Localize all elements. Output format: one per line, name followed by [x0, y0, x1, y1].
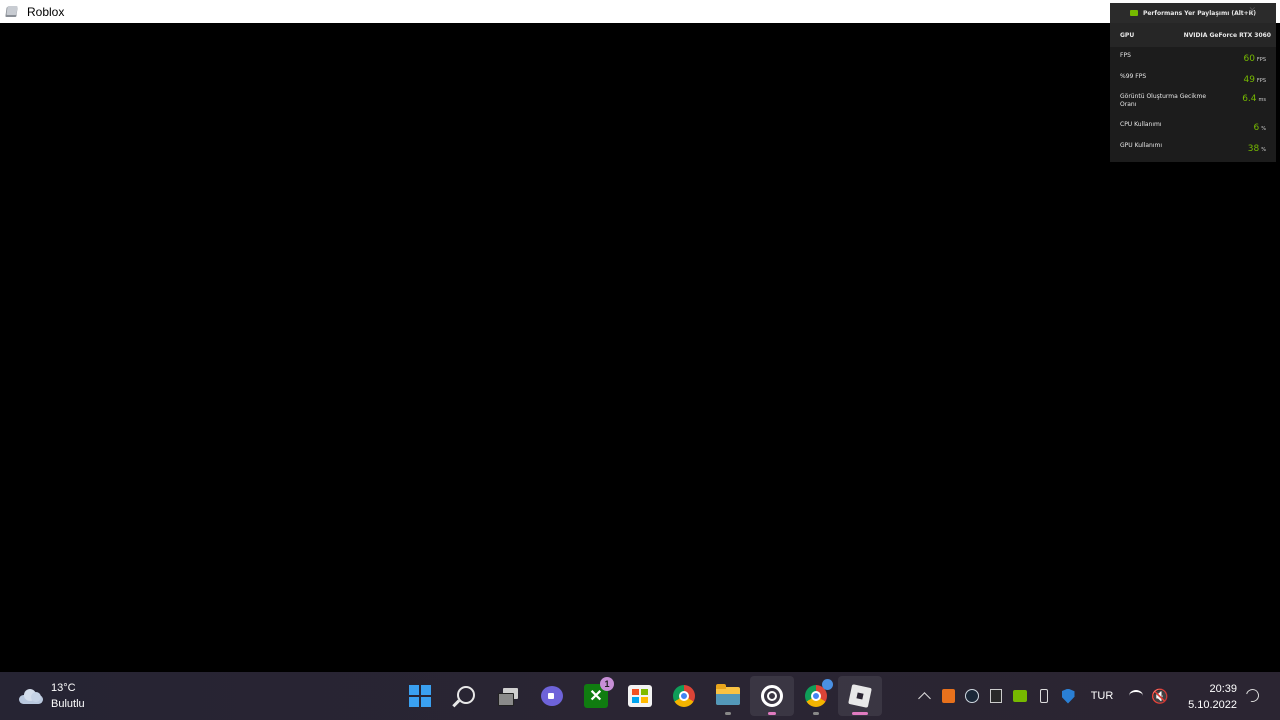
- overlay-value: 38: [1247, 144, 1260, 154]
- clock-date: 5.10.2022: [1188, 699, 1237, 711]
- overlay-unit: %: [1261, 147, 1266, 153]
- running-indicator: [725, 712, 731, 715]
- overlay-unit: %: [1261, 126, 1266, 132]
- windows-icon: [409, 685, 431, 707]
- steam-icon: [965, 689, 979, 703]
- app-tray-icon: [941, 689, 955, 703]
- overlay-label: GPU: [1120, 31, 1135, 39]
- task-view-icon: [498, 688, 518, 706]
- chrome-icon: [805, 679, 833, 707]
- overlay-value: 6.4: [1242, 94, 1257, 104]
- notification-badge: 1: [600, 677, 614, 691]
- tray-usb[interactable]: [1032, 672, 1056, 720]
- chrome-button[interactable]: [662, 676, 706, 716]
- overlay-label: %99 FPS: [1120, 73, 1147, 80]
- tray-epic[interactable]: [984, 672, 1008, 720]
- overlay-label: CPU Kullanımı: [1120, 121, 1162, 128]
- overlay-gpu-name: NVIDIA GeForce RTX 3060: [1183, 31, 1271, 39]
- running-indicator: [852, 712, 868, 715]
- nvidia-icon: [1013, 690, 1027, 702]
- start-button[interactable]: [398, 676, 442, 716]
- ubisoft-icon: [761, 685, 783, 707]
- tray-security[interactable]: [1056, 672, 1080, 720]
- folder-icon: [716, 684, 740, 705]
- overlay-unit: FPS: [1256, 78, 1266, 84]
- file-explorer-button[interactable]: [706, 676, 750, 716]
- wifi-button[interactable]: [1124, 672, 1148, 720]
- store-icon: [628, 685, 652, 707]
- overlay-label: Görüntü Oluşturma Gecikme Oranı: [1120, 93, 1207, 108]
- show-hidden-icons-button[interactable]: [912, 672, 936, 720]
- store-button[interactable]: [618, 676, 662, 716]
- volume-button[interactable]: 🔇: [1148, 672, 1172, 720]
- chrome-profile-button[interactable]: [794, 676, 838, 716]
- search-icon: [456, 685, 475, 704]
- weather-condition: Bulutlu: [51, 698, 85, 710]
- overlay-unit: ms: [1258, 97, 1266, 103]
- epic-games-icon: [990, 689, 1002, 703]
- roblox-icon: [848, 684, 872, 708]
- overlay-label: FPS: [1120, 52, 1131, 59]
- language-indicator[interactable]: TUR: [1080, 672, 1124, 720]
- overlay-row-cpu-usage: CPU Kullanımı 6%: [1110, 116, 1276, 137]
- chrome-icon: [673, 685, 695, 707]
- wifi-icon: [1129, 690, 1143, 702]
- window-titlebar[interactable]: Roblox: [0, 0, 1280, 23]
- taskbar-apps: ✕ 1: [398, 676, 882, 716]
- tray-steam[interactable]: [960, 672, 984, 720]
- overlay-value: 60: [1243, 54, 1255, 64]
- ubisoft-button[interactable]: [750, 676, 794, 716]
- close-icon[interactable]: ✕: [1248, 6, 1256, 16]
- window-title: Roblox: [27, 4, 65, 19]
- shield-icon: [1061, 688, 1075, 704]
- game-viewport[interactable]: [0, 23, 1280, 672]
- overlay-value: 49: [1243, 75, 1255, 85]
- weather-widget[interactable]: 13°C Bulutlu: [17, 680, 85, 712]
- overlay-title: Performans Yer Paylaşımı (Alt+R): [1142, 9, 1257, 17]
- clock[interactable]: 20:39 5.10.2022: [1180, 681, 1237, 713]
- cloud-icon: [17, 687, 44, 705]
- running-indicator: [813, 712, 819, 715]
- chevron-up-icon: [917, 692, 931, 705]
- overlay-label: GPU Kullanımı: [1120, 142, 1162, 149]
- chat-button[interactable]: [530, 676, 574, 716]
- nvidia-icon: [1129, 10, 1138, 16]
- roblox-app-icon: [5, 5, 19, 19]
- clock-time: 20:39: [1209, 683, 1237, 695]
- xbox-button[interactable]: ✕ 1: [574, 676, 618, 716]
- system-tray: TUR 🔇: [912, 672, 1172, 720]
- overlay-row-gpu-usage: GPU Kullanımı 38%: [1110, 137, 1276, 158]
- weather-temp: 13°C: [51, 682, 76, 694]
- overlay-row-render-latency: Görüntü Oluşturma Gecikme Oranı 6.4 ms: [1110, 89, 1276, 116]
- volume-muted-icon: 🔇: [1151, 687, 1169, 704]
- tray-nvidia[interactable]: [1008, 672, 1032, 720]
- overlay-row-fps: FPS 60 FPS: [1110, 47, 1276, 68]
- usb-icon: [1040, 689, 1048, 703]
- roblox-button[interactable]: [838, 676, 882, 716]
- xbox-icon: ✕ 1: [584, 677, 614, 708]
- running-indicator: [768, 712, 776, 715]
- chat-icon: [541, 686, 563, 706]
- overlay-unit: FPS: [1256, 57, 1266, 63]
- taskbar: 13°C Bulutlu ✕ 1 TUR 🔇 20:39 5.10.2022: [0, 672, 1280, 720]
- task-view-button[interactable]: [486, 676, 530, 716]
- tray-app-orange[interactable]: [936, 672, 960, 720]
- focus-assist-icon[interactable]: [1243, 686, 1262, 705]
- search-button[interactable]: [442, 676, 486, 716]
- performance-overlay: Performans Yer Paylaşımı (Alt+R) ✕ GPU N…: [1110, 3, 1276, 162]
- overlay-value: 6: [1253, 123, 1260, 133]
- overlay-row-fps99: %99 FPS 49 FPS: [1110, 68, 1276, 89]
- overlay-row-gpu: GPU NVIDIA GeForce RTX 3060: [1110, 23, 1276, 47]
- overlay-header[interactable]: Performans Yer Paylaşımı (Alt+R) ✕: [1110, 3, 1276, 23]
